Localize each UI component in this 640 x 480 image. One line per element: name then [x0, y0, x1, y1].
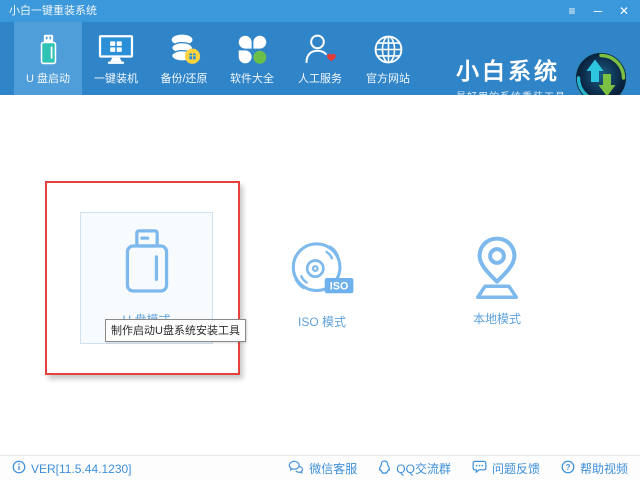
- wechat-icon: [288, 460, 304, 477]
- help-video-link[interactable]: ? 帮助视频: [561, 460, 628, 477]
- status-link-label: 微信客服: [309, 460, 357, 477]
- tab-backup-restore[interactable]: 备份/还原: [150, 22, 218, 95]
- nav-tabs: U 盘启动 一键装机: [14, 22, 422, 95]
- tab-official-website[interactable]: 官方网站: [354, 22, 422, 95]
- feedback-link[interactable]: 问题反馈: [472, 460, 540, 477]
- tab-usb-boot[interactable]: U 盘启动: [14, 22, 82, 95]
- location-pin-icon: [464, 234, 530, 305]
- usb-mode-tooltip: 制作启动U盘系统安装工具: [105, 319, 246, 342]
- app-window: 小白一键重装系统 ≡ ─ ✕ U 盘启动: [0, 0, 640, 480]
- info-icon: [12, 460, 26, 477]
- local-mode-option[interactable]: 本地模式: [435, 234, 559, 327]
- content-area: U 盘模式 制作启动U盘系统安装工具 ISO ISO 模式: [0, 95, 640, 455]
- statusbar: VER[11.5.44.1230] 微信客服 QQ交流群: [0, 455, 640, 480]
- monitor-windows-icon: [98, 31, 134, 65]
- version-info[interactable]: VER[11.5.44.1230]: [12, 456, 132, 480]
- tab-software-collection[interactable]: 软件大全: [218, 22, 286, 95]
- status-links: 微信客服 QQ交流群: [288, 456, 628, 480]
- usb-drive-icon: [36, 31, 61, 65]
- help-question-icon: ?: [561, 460, 575, 477]
- svg-text:?: ?: [566, 463, 571, 472]
- iso-disc-icon: ISO: [287, 238, 357, 305]
- close-icon[interactable]: ✕: [614, 2, 634, 20]
- backup-discs-icon: [168, 31, 201, 65]
- wechat-service-link[interactable]: 微信客服: [288, 460, 357, 477]
- qq-icon: [378, 460, 391, 477]
- tab-label: 人工服务: [298, 70, 342, 86]
- status-link-label: QQ交流群: [396, 460, 451, 477]
- support-person-icon: [304, 31, 336, 65]
- iso-mode-label: ISO 模式: [298, 313, 346, 330]
- tab-label: 官方网站: [366, 70, 410, 86]
- qq-group-link[interactable]: QQ交流群: [378, 460, 451, 477]
- minimize-icon[interactable]: ─: [588, 2, 608, 20]
- titlebar: 小白一键重装系统 ≡ ─ ✕: [0, 0, 640, 22]
- navbar: U 盘启动 一键装机: [0, 22, 640, 95]
- local-mode-label: 本地模式: [473, 310, 521, 327]
- status-link-label: 帮助视频: [580, 460, 628, 477]
- tab-label: 软件大全: [230, 70, 274, 86]
- tab-label: 一键装机: [94, 70, 138, 86]
- feedback-bubble-icon: [472, 460, 487, 477]
- tab-one-key-install[interactable]: 一键装机: [82, 22, 150, 95]
- brand-name: 小白系统: [456, 58, 566, 84]
- version-text: VER[11.5.44.1230]: [31, 462, 132, 476]
- iso-mode-option[interactable]: ISO ISO 模式: [260, 238, 384, 330]
- software-clover-icon: [237, 31, 268, 65]
- status-link-label: 问题反馈: [492, 460, 540, 477]
- window-title: 小白一键重装系统: [9, 0, 97, 22]
- tab-label: 备份/还原: [160, 70, 207, 86]
- tab-label: U 盘启动: [26, 70, 70, 86]
- globe-icon: [373, 31, 404, 65]
- iso-badge-text: ISO: [330, 281, 349, 293]
- usb-outline-icon: [118, 227, 176, 302]
- tab-human-service[interactable]: 人工服务: [286, 22, 354, 95]
- menu-icon[interactable]: ≡: [562, 2, 582, 20]
- window-controls: ≡ ─ ✕: [562, 0, 634, 22]
